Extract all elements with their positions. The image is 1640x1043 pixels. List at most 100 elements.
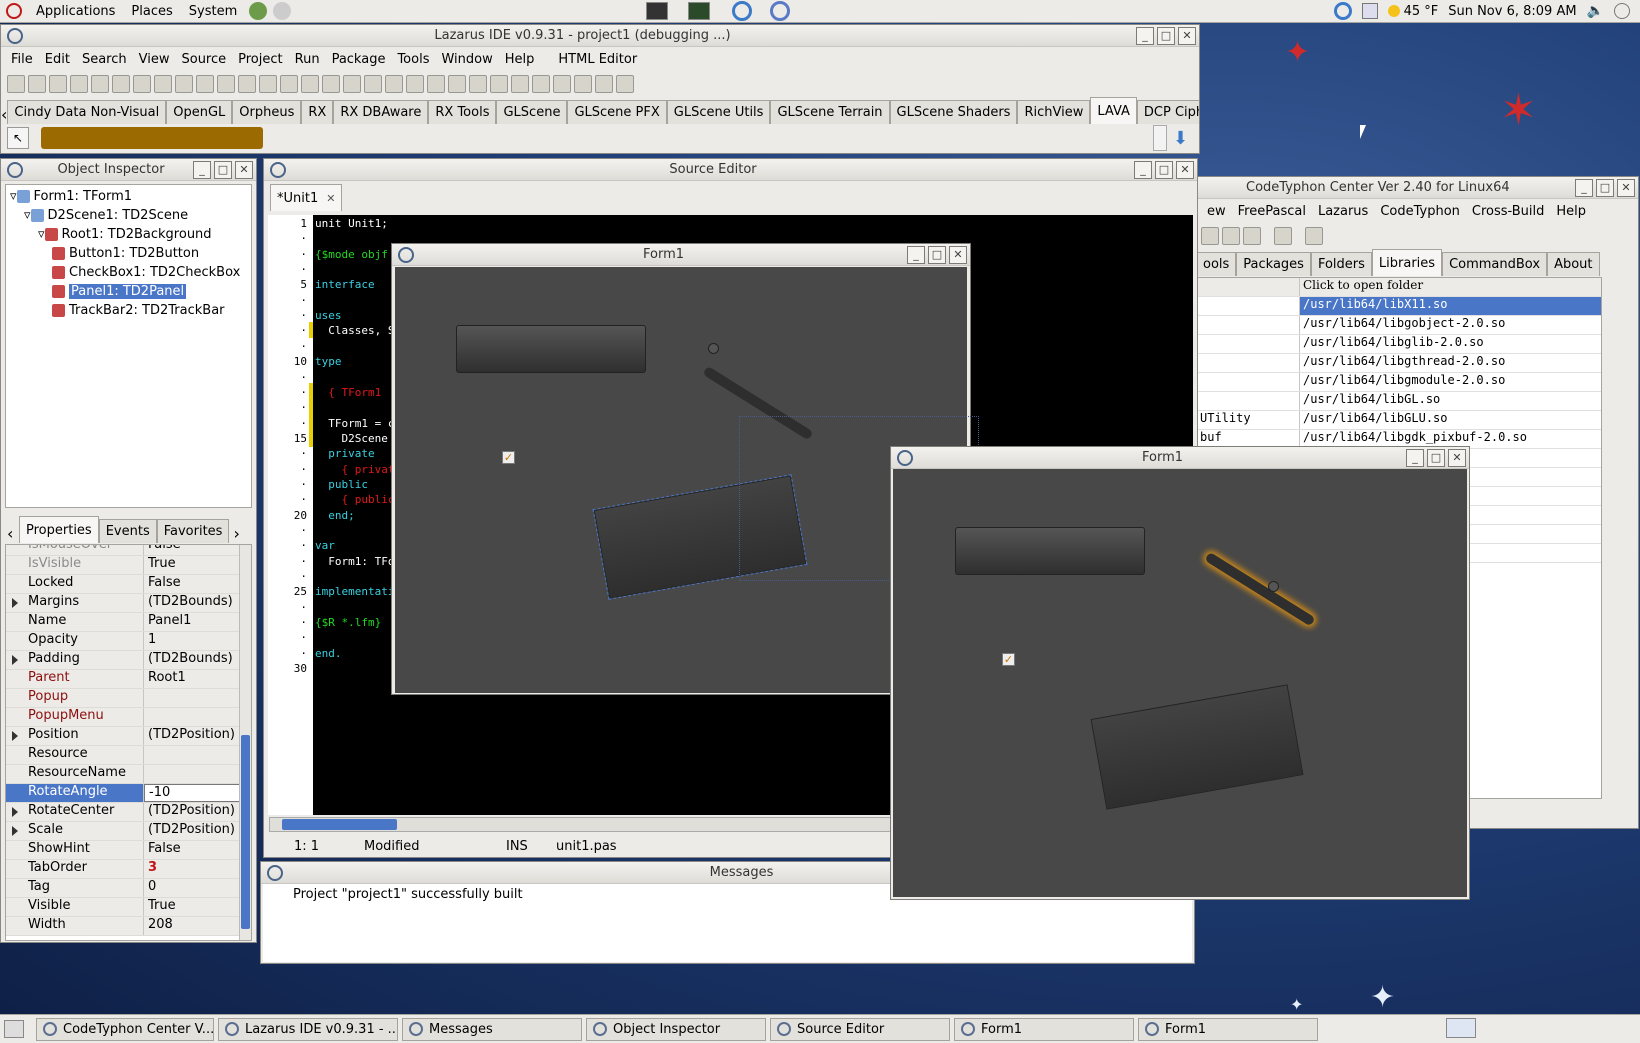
property-row[interactable]: IsMouseOver False: [6, 545, 251, 556]
lava-components-bar[interactable]: [41, 127, 263, 149]
property-value[interactable]: (TD2Position): [144, 822, 251, 840]
editor-hscrollbar[interactable]: [269, 817, 894, 832]
toolbar-button-icon[interactable]: [259, 75, 277, 93]
toolbar-button-icon[interactable]: [490, 75, 508, 93]
lazarus-launcher-icon[interactable]: [770, 1, 791, 21]
tab-libraries[interactable]: Libraries: [1371, 249, 1443, 276]
source-editor-titlebar[interactable]: Source Editor _ □ ✕: [264, 159, 1197, 181]
palette-spinner[interactable]: [1153, 125, 1167, 151]
property-row[interactable]: RotateAngle -10: [6, 784, 251, 803]
minimize-button[interactable]: _: [1136, 26, 1154, 45]
tab-favorites[interactable]: Favorites: [156, 519, 230, 543]
property-row[interactable]: Padding (TD2Bounds): [6, 651, 251, 670]
close-button[interactable]: ✕: [949, 245, 967, 264]
property-value[interactable]: [144, 765, 251, 783]
palette-tab[interactable]: LAVA: [1090, 97, 1137, 124]
minimize-button[interactable]: _: [193, 160, 211, 179]
palette-tab[interactable]: GLScene: [496, 100, 568, 124]
toolbar-button-icon[interactable]: [511, 75, 529, 93]
property-value[interactable]: 0: [144, 879, 251, 897]
taskbar-button[interactable]: Form1: [1138, 1017, 1318, 1041]
minimize-button[interactable]: _: [1406, 448, 1424, 467]
menu-help[interactable]: Help: [1550, 204, 1592, 219]
property-scrollbar[interactable]: [239, 545, 251, 940]
toolbar-button-icon[interactable]: [448, 75, 466, 93]
property-row[interactable]: Tag 0: [6, 879, 251, 898]
menu-file[interactable]: File: [5, 52, 39, 67]
property-value[interactable]: False: [144, 841, 251, 859]
library-row[interactable]: /usr/lib64/libgobject-2.0.so: [1197, 316, 1601, 335]
tab-packages[interactable]: Packages: [1236, 252, 1311, 276]
property-row[interactable]: Scale (TD2Position): [6, 822, 251, 841]
property-value[interactable]: Root1: [144, 670, 251, 688]
property-row[interactable]: Width 208: [6, 917, 251, 936]
toolbar-button-icon[interactable]: [532, 75, 550, 93]
close-tab-icon[interactable]: ✕: [326, 192, 335, 205]
typhon-launcher-icon[interactable]: [732, 1, 753, 21]
toolbar-button-icon[interactable]: [196, 75, 214, 93]
menu-help[interactable]: Help: [499, 52, 541, 67]
browser-launcher-icon[interactable]: [249, 2, 268, 20]
palette-tab[interactable]: GLScene Shaders: [889, 100, 1018, 124]
property-row[interactable]: Name Panel1: [6, 613, 251, 632]
property-row[interactable]: Parent Root1: [6, 670, 251, 689]
library-row[interactable]: /usr/lib64/libgthread-2.0.so: [1197, 354, 1601, 373]
delete-icon[interactable]: [1222, 227, 1240, 245]
property-value[interactable]: [144, 689, 251, 707]
tree-node[interactable]: Button1: TD2Button: [52, 244, 199, 263]
property-row[interactable]: ShowHint False: [6, 841, 251, 860]
trackbar-thumb[interactable]: [1268, 581, 1279, 592]
lazarus-titlebar[interactable]: Lazarus IDE v0.9.31 - project1 (debuggin…: [1, 25, 1199, 47]
palette-tab[interactable]: OpenGL: [166, 100, 233, 124]
form1-design-titlebar[interactable]: Form1 _ □ ✕: [392, 244, 970, 266]
tab-folders[interactable]: Folders: [1310, 252, 1372, 276]
menu-lazarus[interactable]: Lazarus: [1312, 204, 1374, 219]
maximize-button[interactable]: □: [1596, 178, 1614, 197]
menu-html-editor[interactable]: HTML Editor: [552, 52, 643, 67]
taskbar-button[interactable]: CodeTyphon Center V...: [36, 1017, 214, 1041]
palette-tab[interactable]: GLScene Terrain: [770, 100, 890, 124]
library-row[interactable]: UTility/usr/lib64/libGLU.so: [1197, 411, 1601, 430]
menu-source[interactable]: Source: [175, 52, 232, 67]
toolbar-button-icon[interactable]: [238, 75, 256, 93]
toolbar-button-icon[interactable]: [70, 75, 88, 93]
d2-panel[interactable]: [1090, 684, 1304, 810]
tabs-scroll-right-icon[interactable]: ›: [233, 524, 245, 543]
property-value[interactable]: True: [144, 898, 251, 916]
menu-tools[interactable]: Tools: [391, 52, 435, 67]
property-value[interactable]: [144, 746, 251, 764]
close-button[interactable]: ✕: [235, 160, 253, 179]
property-row[interactable]: TabOrder 3: [6, 860, 251, 879]
places-menu[interactable]: Places: [123, 4, 180, 19]
property-value[interactable]: 3: [144, 860, 251, 878]
menu-codetyphon[interactable]: CodeTyphon: [1374, 204, 1466, 219]
export-icon[interactable]: [1274, 227, 1292, 245]
property-value[interactable]: False: [144, 545, 251, 555]
mail-launcher-icon[interactable]: [273, 2, 292, 20]
property-row[interactable]: Locked False: [6, 575, 251, 594]
taskbar-button[interactable]: Form1: [954, 1017, 1134, 1041]
taskbar-button[interactable]: Lazarus IDE v0.9.31 - ...: [218, 1017, 398, 1041]
property-value[interactable]: Panel1: [144, 613, 251, 631]
shutdown-icon[interactable]: [1614, 3, 1630, 19]
taskbar-button[interactable]: Object Inspector: [586, 1017, 766, 1041]
tab-about[interactable]: About: [1547, 252, 1600, 276]
palette-tab[interactable]: RX DBAware: [333, 100, 429, 124]
toolbar-button-icon[interactable]: [322, 75, 340, 93]
menu-run[interactable]: Run: [289, 52, 326, 67]
taskbar-button[interactable]: Messages: [402, 1017, 582, 1041]
tree-node[interactable]: ▿ Form1: TForm1: [10, 187, 132, 206]
tab-unit1[interactable]: *Unit1 ✕: [270, 184, 343, 211]
toolbar-button-icon[interactable]: [91, 75, 109, 93]
property-row[interactable]: Visible True: [6, 898, 251, 917]
menu-package[interactable]: Package: [326, 52, 392, 67]
menu-cross-build[interactable]: Cross-Build: [1466, 204, 1551, 219]
library-row[interactable]: /usr/lib64/libgmodule-2.0.so: [1197, 373, 1601, 392]
toolbar-button-icon[interactable]: [469, 75, 487, 93]
menu-project[interactable]: Project: [232, 52, 288, 67]
tree-node[interactable]: TrackBar2: TD2TrackBar: [52, 301, 225, 320]
toolbar-button-icon[interactable]: [49, 75, 67, 93]
property-row[interactable]: IsVisible True: [6, 556, 251, 575]
object-inspector-titlebar[interactable]: Object Inspector _ □ ✕: [1, 159, 256, 181]
tab-events[interactable]: Events: [98, 519, 157, 543]
